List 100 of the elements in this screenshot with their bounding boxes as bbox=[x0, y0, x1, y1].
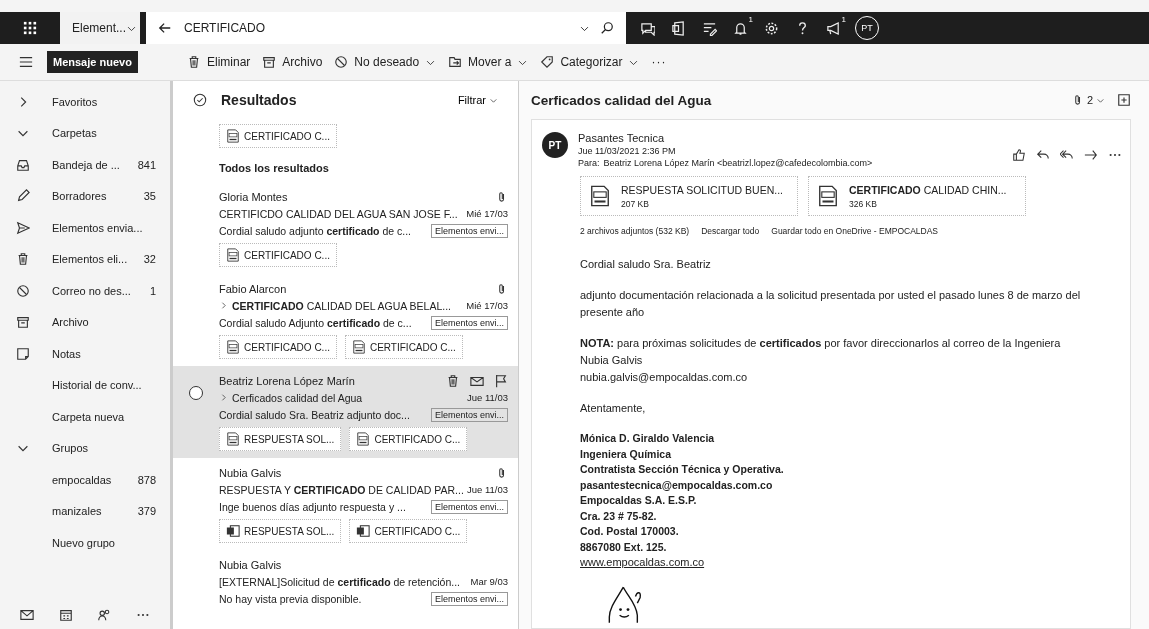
folder-item[interactable]: manizales 379 bbox=[0, 495, 170, 527]
attachment-card[interactable]: CERTIFICADO CALIDAD CHIN... 326 KB bbox=[808, 176, 1026, 216]
toolbar-button[interactable]: Archivo bbox=[262, 55, 323, 69]
folder-item[interactable]: Elementos eli... 32 bbox=[0, 243, 170, 275]
notification-count: 1 bbox=[748, 14, 753, 24]
settings-icon[interactable] bbox=[764, 20, 779, 36]
folder-item[interactable]: Elementos envia... bbox=[0, 212, 170, 244]
toolbar-button[interactable]: Mover a bbox=[448, 55, 529, 69]
chat-icon[interactable] bbox=[640, 20, 655, 36]
expand-icon[interactable] bbox=[1117, 93, 1131, 107]
sender-name: Pasantes Tecnica bbox=[578, 132, 666, 144]
pdf-file-icon bbox=[356, 432, 371, 446]
pdf-file-icon bbox=[351, 340, 366, 354]
sidebar-section-header[interactable]: Favoritos bbox=[0, 86, 170, 118]
back-arrow-icon[interactable] bbox=[158, 21, 172, 35]
attachment-chip[interactable]: CERTIFICADO C... bbox=[219, 243, 337, 267]
attachment-count-button[interactable]: 2 bbox=[1071, 94, 1105, 106]
message-row[interactable]: Nubia Galvis RESPUESTA Y CERTIFICADO DE CALIDAD PAR... Jue 11/03 Inge buenos días adjunto respuesta y ... Elementos envi... RESPUESTA SOL... CERTIFICADO C... bbox=[173, 458, 518, 550]
attachment-chip[interactable]: RESPUESTA SOL... bbox=[219, 519, 342, 543]
attachment-chip[interactable]: RESPUESTA SOL... bbox=[219, 427, 342, 451]
message-row[interactable]: Gloria Montes CERTIFICDO CALIDAD DEL AGUA SAN JOSE F... Mié 17/03 Cordial saludo adjunto certificado de c... Elementos envi... CERTIFICADO C... bbox=[173, 182, 518, 274]
attachment-chip[interactable]: CERTIFICADO C... bbox=[344, 335, 463, 359]
mail-icon[interactable] bbox=[20, 608, 35, 622]
pdf-file-icon bbox=[817, 183, 839, 209]
website-link[interactable]: www.empocaldas.com.co bbox=[580, 556, 705, 568]
folder-item[interactable]: Carpeta nueva bbox=[0, 401, 170, 433]
message-row[interactable]: Fabio Alarcon CERTIFICADO CALIDAD DEL AGUA BELAL... Mié 17/03 Cordial saludo Adjunto certificado de c... Elementos envi... CERTIFICADO C... CERTIFICADO C... bbox=[173, 274, 518, 366]
toolbar-button[interactable]: Categorizar bbox=[540, 55, 640, 69]
search-input[interactable]: CERTIFICADO bbox=[182, 20, 569, 36]
note-icon bbox=[16, 346, 30, 361]
toolbar-button[interactable]: No deseado bbox=[334, 55, 437, 69]
attachment-chip[interactable]: CERTIFICADO C... bbox=[349, 519, 468, 543]
body-text: Cod. Postal 170003. bbox=[580, 524, 680, 539]
filter-button[interactable]: Filtrar bbox=[451, 93, 504, 107]
body-text: pasantestecnica@empocaldas.com.co bbox=[580, 477, 774, 493]
body-text: nubia.galvis@empocaldas.com.co bbox=[580, 370, 749, 385]
folder-item[interactable]: Nuevo grupo bbox=[0, 527, 170, 559]
folder-item[interactable]: Notas bbox=[0, 338, 170, 370]
download-all-link[interactable]: Descargar todo bbox=[701, 226, 760, 236]
attachment-card[interactable]: RESPUESTA SOLICITUD BUEN... 207 KB bbox=[580, 176, 798, 216]
archive-box-icon bbox=[16, 315, 30, 330]
section-heading: Todos los resultados bbox=[218, 161, 330, 176]
megaphone-icon[interactable] bbox=[826, 20, 841, 36]
select-radio[interactable] bbox=[189, 386, 203, 400]
folder-item[interactable]: Historial de conv... bbox=[0, 369, 170, 401]
recipient: Beatriz Lorena López Marín <beatrizl.lopez@cafedecolombia.com> bbox=[603, 158, 873, 168]
bell-icon[interactable] bbox=[733, 20, 748, 36]
new-message-button[interactable]: Mensaje nuevo bbox=[47, 51, 138, 73]
sidebar-section-header[interactable]: Grupos bbox=[0, 432, 170, 464]
folder-item[interactable]: empocaldas 878 bbox=[0, 464, 170, 496]
sent-date: Jue 11/03/2021 2:36 PM bbox=[578, 146, 677, 156]
chevron-right-icon[interactable] bbox=[219, 393, 228, 402]
word-file-icon bbox=[356, 524, 371, 538]
folder-tag: Elementos envi... bbox=[430, 223, 508, 238]
message-row[interactable]: Nubia Galvis [EXTERNAL]Solicitud de certificado de retención... Mar 9/03 No hay vista previa disponible. Elementos envi... bbox=[173, 550, 518, 613]
folder-scope-dropdown[interactable]: Element... bbox=[60, 12, 140, 44]
flag-icon[interactable] bbox=[494, 373, 508, 388]
message-row[interactable]: Beatriz Lorena López Marín Cerficados calidad del Agua Jue 11/03 Cordial saludo Sra. Beatriz adjunto doc... Elementos envi... RESPUESTA SOL... CERTIFICADO C... bbox=[173, 366, 518, 458]
folder-item[interactable]: Borradores 35 bbox=[0, 180, 170, 212]
search-icon[interactable] bbox=[600, 21, 614, 35]
block-icon bbox=[16, 283, 30, 298]
body-text: Atentamente, bbox=[580, 401, 647, 416]
block-icon bbox=[334, 55, 349, 69]
like-icon[interactable] bbox=[1012, 148, 1026, 162]
recipient-label: Para: bbox=[578, 158, 600, 168]
search-field[interactable]: CERTIFICADO bbox=[146, 12, 626, 44]
attachment-chip[interactable]: CERTIFICADO C... bbox=[219, 124, 337, 148]
pencil-icon bbox=[16, 189, 30, 204]
email-subject: Cerficados calidad del Agua bbox=[531, 92, 713, 108]
chevron-right-icon[interactable] bbox=[219, 301, 228, 310]
app-launcher-icon[interactable] bbox=[23, 21, 37, 35]
folder-tag: Elementos envi... bbox=[430, 499, 508, 514]
reply-icon[interactable] bbox=[1036, 148, 1050, 162]
menu-icon[interactable] bbox=[19, 55, 33, 69]
toolbar-button[interactable]: Eliminar bbox=[187, 55, 251, 69]
attachment-chip[interactable]: CERTIFICADO C... bbox=[349, 427, 468, 451]
pdf-file-icon bbox=[589, 183, 611, 209]
body-text: Empocaldas S.A. E.S.P. bbox=[580, 493, 698, 508]
forward-icon[interactable] bbox=[1084, 148, 1098, 162]
attachment-summary: 2 archivos adjuntos (532 KB) bbox=[580, 226, 690, 236]
body-text: Mónica D. Giraldo Valencia bbox=[580, 431, 716, 446]
save-to-onedrive-link[interactable]: Guardar todo en OneDrive - EMPOCALDAS bbox=[771, 226, 939, 236]
reply-all-icon[interactable] bbox=[1060, 148, 1074, 162]
select-all-icon[interactable] bbox=[193, 93, 207, 107]
folder-item[interactable]: Correo no des... 1 bbox=[0, 275, 170, 307]
trash-icon[interactable] bbox=[446, 373, 460, 388]
body-text: NOTA: para próximas solicitudes de certificados por favor direccionarlos al correo de la Ingeniera bbox=[580, 336, 1062, 351]
trash-icon bbox=[187, 55, 201, 69]
pdf-file-icon bbox=[226, 129, 240, 143]
folder-item[interactable]: Bandeja de ... 841 bbox=[0, 149, 170, 181]
office-icon[interactable] bbox=[671, 20, 686, 36]
more-options-button[interactable]: ··· bbox=[651, 55, 667, 69]
people-icon[interactable] bbox=[97, 608, 112, 622]
sidebar-section-header[interactable]: Carpetas bbox=[0, 117, 170, 149]
folder-item[interactable]: Archivo bbox=[0, 306, 170, 338]
attachment-name: CERTIFICADO CALIDAD CHIN... bbox=[849, 183, 1007, 196]
calendar-icon[interactable] bbox=[58, 608, 73, 622]
checklist-icon[interactable] bbox=[702, 20, 717, 36]
body-text: Nubia Galvis bbox=[580, 353, 644, 368]
attachment-chip[interactable]: CERTIFICADO C... bbox=[219, 335, 337, 359]
